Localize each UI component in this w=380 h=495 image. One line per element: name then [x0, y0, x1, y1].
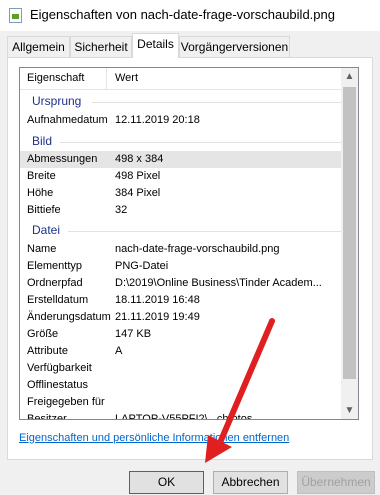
property-name: Ordnerpfad: [27, 277, 83, 289]
list-item[interactable]: Ordnerpfad D:\2019\Online Business\Tinde…: [20, 275, 342, 292]
property-value: 12.11.2019 20:18: [115, 114, 200, 126]
group-divider: [92, 102, 342, 103]
list-item[interactable]: Elementtyp PNG-Datei: [20, 258, 342, 275]
property-name: Größe: [27, 328, 59, 340]
property-value: 21.11.2019 19:49: [115, 311, 200, 323]
remove-properties-link[interactable]: Eigenschaften und persönliche Informatio…: [19, 432, 289, 444]
tab-strip: Allgemein Sicherheit Details Vorgängerve…: [0, 31, 380, 58]
property-name: Attribute: [27, 345, 68, 357]
vertical-scrollbar[interactable]: ▲ ▼: [341, 68, 358, 419]
group-divider: [60, 142, 342, 143]
property-name: Name: [27, 243, 57, 255]
list-item[interactable]: Erstelldatum 18.11.2019 16:48: [20, 292, 342, 309]
list-header: Eigenschaft Wert: [20, 68, 342, 90]
list-item[interactable]: Freigegeben für: [20, 394, 342, 411]
tab-allgemein[interactable]: Allgemein: [7, 36, 70, 57]
window-title: Eigenschaften von nach-date-frage-vorsch…: [30, 7, 335, 22]
cancel-button[interactable]: Abbrechen: [213, 471, 288, 494]
tab-sicherheit[interactable]: Sicherheit: [70, 36, 132, 57]
scroll-down-icon[interactable]: ▼: [341, 402, 358, 419]
scrollbar-thumb[interactable]: [343, 87, 356, 379]
tab-details[interactable]: Details: [132, 33, 179, 58]
property-value: 498 x 384: [115, 153, 164, 165]
list-item[interactable]: Offlinestatus: [20, 377, 342, 394]
list-item[interactable]: Höhe 384 Pixel: [20, 185, 342, 202]
property-value: 498 Pixel: [115, 170, 161, 182]
group-label: Datei: [32, 223, 61, 237]
property-value: 32: [115, 204, 128, 216]
list-item[interactable]: Attribute A: [20, 343, 342, 360]
ok-button[interactable]: OK: [129, 471, 204, 494]
group-divider: [68, 231, 342, 232]
list-item[interactable]: Änderungsdatum 21.11.2019 19:49: [20, 309, 342, 326]
list-item[interactable]: Breite 498 Pixel: [20, 168, 342, 185]
property-value: 147 KB: [115, 328, 152, 340]
property-value: A: [115, 345, 123, 357]
tab-vorgaengerversionen[interactable]: Vorgängerversionen: [179, 36, 290, 57]
property-name: Besitzer: [27, 413, 67, 420]
property-name: Freigegeben für: [27, 396, 105, 408]
property-name: Aufnahmedatum: [27, 114, 108, 126]
property-name: Verfügbarkeit: [27, 362, 92, 374]
list-item[interactable]: Abmessungen 498 x 384: [20, 151, 342, 168]
group-label: Bild: [32, 134, 53, 148]
property-name: Bittiefe: [27, 204, 61, 216]
apply-button[interactable]: Übernehmen: [297, 471, 375, 494]
property-name: Höhe: [27, 187, 54, 199]
list-item[interactable]: Name nach-date-frage-vorschaubild.png: [20, 241, 342, 258]
property-value: D:\2019\Online Business\Tinder Academ...: [115, 277, 322, 289]
title-bar: Eigenschaften von nach-date-frage-vorsch…: [0, 0, 380, 31]
group-label: Ursprung: [32, 94, 82, 108]
property-name: Änderungsdatum: [27, 311, 111, 323]
group-datei: Datei: [20, 222, 342, 240]
list-item[interactable]: Größe 147 KB: [20, 326, 342, 343]
header-value[interactable]: Wert: [115, 72, 138, 84]
property-name: Offlinestatus: [27, 379, 88, 391]
list-item[interactable]: Besitzer LAPTOP-V55PFI2\...chfotos: [20, 411, 342, 420]
group-bild: Bild: [20, 133, 342, 151]
property-value: LAPTOP-V55PFI2\...chfotos: [115, 413, 253, 420]
property-name: Breite: [27, 170, 56, 182]
list-item[interactable]: Bittiefe 32: [20, 202, 342, 219]
group-ursprung: Ursprung: [20, 93, 342, 111]
property-value: nach-date-frage-vorschaubild.png: [115, 243, 280, 255]
details-list[interactable]: Eigenschaft Wert Ursprung Aufnahmedatum …: [19, 67, 359, 420]
property-name: Elementtyp: [27, 260, 83, 272]
property-name: Erstelldatum: [27, 294, 89, 306]
list-item[interactable]: Verfügbarkeit: [20, 360, 342, 377]
header-property[interactable]: Eigenschaft: [27, 72, 84, 84]
property-value: PNG-Datei: [115, 260, 169, 272]
property-value: 18.11.2019 16:48: [115, 294, 200, 306]
header-divider[interactable]: [106, 68, 107, 89]
property-value: 384 Pixel: [115, 187, 161, 199]
property-name: Abmessungen: [27, 153, 98, 165]
scroll-up-icon[interactable]: ▲: [341, 68, 358, 85]
png-file-icon: [9, 8, 22, 23]
list-item[interactable]: Aufnahmedatum 12.11.2019 20:18: [20, 112, 342, 129]
